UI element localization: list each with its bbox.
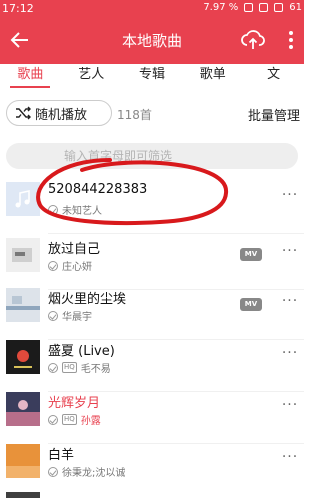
song-artist: 毛不易 bbox=[80, 364, 111, 375]
tab-folders[interactable]: 文 bbox=[243, 64, 304, 88]
tab-songs[interactable]: 歌曲 bbox=[0, 64, 61, 88]
downloaded-icon bbox=[48, 310, 58, 321]
song-artist: 徐秉龙;沈以诚 bbox=[62, 468, 126, 479]
vibrate-icon bbox=[244, 3, 254, 12]
album-cover-image bbox=[6, 392, 40, 426]
downloaded-icon bbox=[48, 204, 58, 215]
song-count: 118首 bbox=[117, 108, 152, 122]
song-artist: 孙露 bbox=[80, 416, 101, 427]
mv-badge[interactable]: MV bbox=[240, 248, 262, 261]
album-cover-image bbox=[6, 444, 40, 478]
hq-badge: HQ bbox=[62, 414, 77, 425]
song-title: 烟火里的尘埃 bbox=[48, 292, 127, 307]
more-options-icon[interactable]: ··· bbox=[280, 244, 300, 260]
downloaded-icon bbox=[48, 466, 58, 477]
downloaded-icon bbox=[48, 414, 58, 425]
app-header: 17:12 7.97 % 61 本地歌曲 bbox=[0, 0, 304, 64]
song-meta: 庄心妍 bbox=[48, 258, 92, 273]
mv-badge[interactable]: MV bbox=[240, 298, 262, 311]
shuffle-play-button[interactable]: 随机播放 bbox=[6, 100, 112, 126]
hq-badge: HQ bbox=[62, 362, 77, 373]
batch-manage-button[interactable]: 批量管理 bbox=[248, 105, 300, 124]
tab-playlists[interactable]: 歌单 bbox=[182, 64, 243, 88]
song-row[interactable]: 放过自己 庄心妍 MV ··· bbox=[0, 236, 304, 290]
song-title: 白羊 bbox=[48, 448, 75, 463]
album-cover-image bbox=[6, 238, 40, 272]
tab-artists[interactable]: 艺人 bbox=[61, 64, 122, 88]
tab-bar: 歌曲 艺人 专辑 歌单 文 bbox=[0, 64, 304, 88]
row-divider bbox=[48, 233, 304, 234]
more-vertical-icon[interactable] bbox=[282, 29, 300, 51]
downloaded-icon bbox=[48, 362, 58, 373]
filter-search-input[interactable] bbox=[6, 143, 298, 169]
list-toolbar: 随机播放 118首 批量管理 bbox=[0, 96, 304, 130]
cloud-upload-icon[interactable] bbox=[240, 28, 266, 52]
battery-percent: 7.97 % bbox=[203, 2, 239, 13]
more-options-icon[interactable]: ··· bbox=[280, 398, 300, 414]
status-icons: 7.97 % 61 bbox=[203, 2, 302, 13]
song-meta: HQ 毛不易 bbox=[48, 360, 111, 375]
song-title: 光辉岁月 bbox=[48, 396, 101, 411]
more-options-icon[interactable]: ··· bbox=[280, 294, 300, 310]
default-cover-icon bbox=[6, 182, 40, 216]
shuffle-icon bbox=[16, 106, 31, 120]
song-meta: 未知艺人 bbox=[48, 202, 102, 217]
song-row[interactable]: 白羊 徐秉龙;沈以诚 ··· bbox=[0, 442, 304, 496]
wifi-icon bbox=[259, 3, 269, 12]
album-cover-image bbox=[6, 340, 40, 374]
status-bar: 17:12 7.97 % 61 bbox=[0, 0, 304, 20]
song-artist: 华晨宇 bbox=[62, 312, 92, 323]
status-time: 17:12 bbox=[2, 2, 34, 15]
tab-albums[interactable]: 专辑 bbox=[122, 64, 183, 88]
song-title: 放过自己 bbox=[48, 242, 101, 257]
song-row[interactable]: 烟火里的尘埃 华晨宇 MV ··· bbox=[0, 286, 304, 340]
battery-level: 61 bbox=[289, 2, 302, 13]
song-title: 盛夏 (Live) bbox=[48, 344, 115, 359]
more-options-icon[interactable]: ··· bbox=[280, 188, 300, 204]
album-cover-image bbox=[6, 288, 40, 322]
more-options-icon[interactable]: ··· bbox=[280, 346, 300, 362]
song-meta: 徐秉龙;沈以诚 bbox=[48, 464, 125, 479]
song-row[interactable]: 520844228383 未知艺人 ··· bbox=[0, 180, 304, 234]
more-options-icon[interactable]: ··· bbox=[280, 450, 300, 466]
signal-icon bbox=[274, 3, 284, 12]
song-row[interactable]: 光辉岁月 HQ 孙露 ··· bbox=[0, 390, 304, 444]
downloaded-icon bbox=[48, 260, 58, 271]
song-title: 520844228383 bbox=[48, 182, 148, 197]
album-cover-image bbox=[6, 492, 40, 498]
active-tab-indicator bbox=[10, 86, 50, 88]
song-row[interactable]: 盛夏 (Live) HQ 毛不易 ··· bbox=[0, 338, 304, 392]
song-artist: 未知艺人 bbox=[62, 206, 102, 217]
song-meta: HQ 孙露 bbox=[48, 412, 101, 427]
song-artist: 庄心妍 bbox=[62, 262, 92, 273]
song-meta: 华晨宇 bbox=[48, 308, 92, 323]
title-bar: 本地歌曲 bbox=[0, 24, 304, 58]
shuffle-label: 随机播放 bbox=[35, 107, 88, 123]
